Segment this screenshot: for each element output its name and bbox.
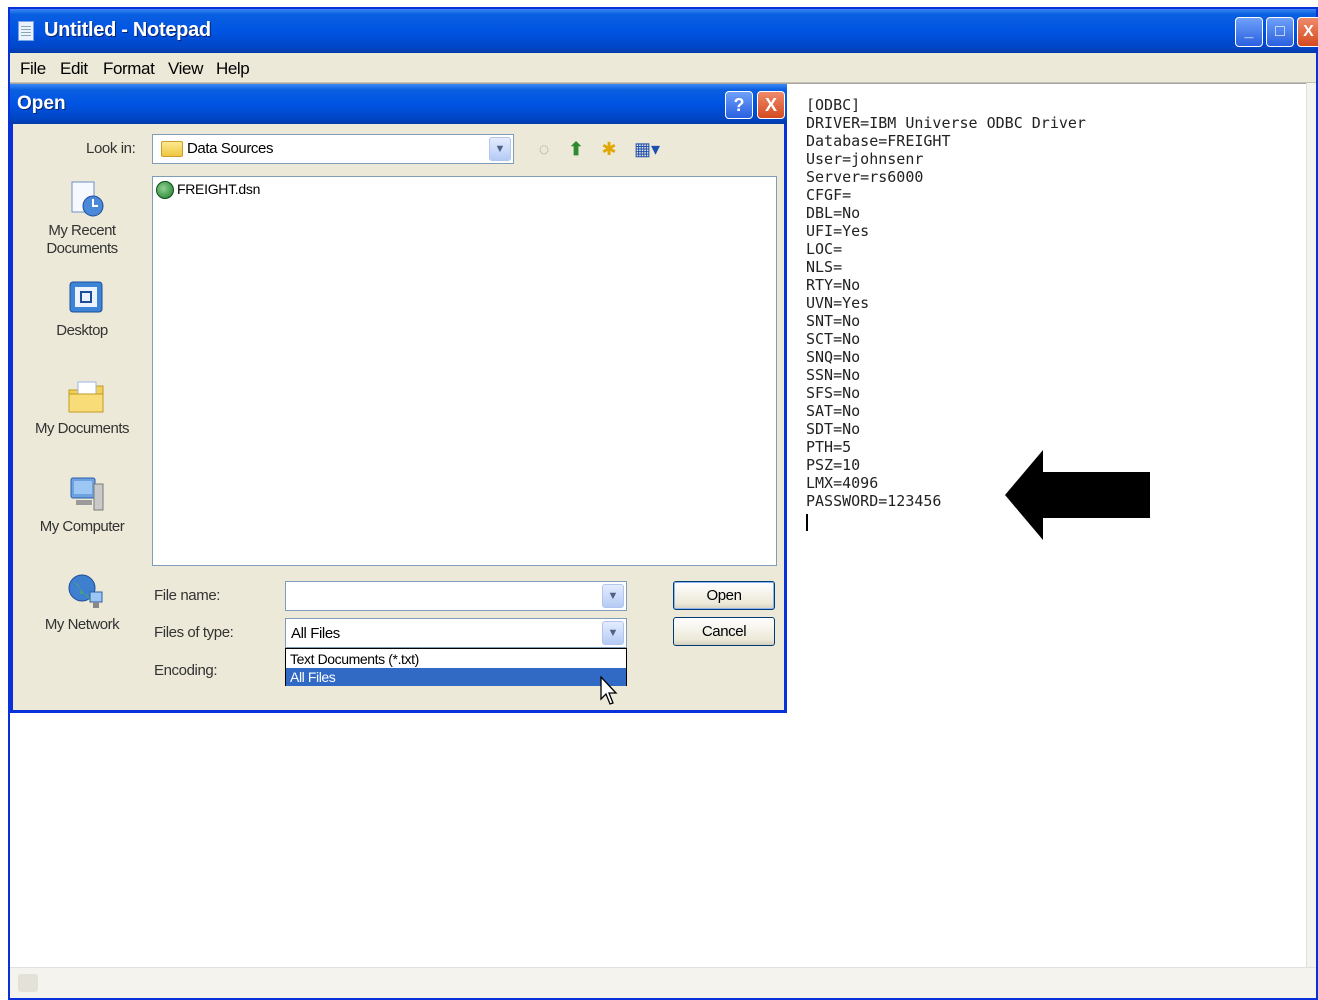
desktop-icon (69, 281, 103, 313)
editor-text: [ODBC] DRIVER=IBM Universe ODBC Driver D… (806, 96, 1086, 510)
text-caret (806, 514, 808, 531)
option-text-documents[interactable]: Text Documents (*.txt) (286, 650, 626, 668)
file-name-input[interactable]: ▼ (285, 581, 627, 611)
recent-documents-icon (71, 181, 104, 217)
close-button[interactable]: X (1297, 17, 1318, 47)
file-item-label: FREIGHT.dsn (177, 181, 261, 197)
minimize-button[interactable]: _ (1235, 17, 1263, 47)
up-folder-icon[interactable]: ⬆ (564, 137, 588, 161)
chevron-down-icon[interactable]: ▼ (489, 137, 511, 161)
menu-view[interactable]: View (168, 59, 203, 79)
my-network-icon (68, 574, 103, 608)
dialog-title: Open (17, 93, 66, 114)
vertical-scrollbar[interactable] (1306, 83, 1316, 971)
cancel-button[interactable]: Cancel (673, 617, 775, 646)
chevron-down-icon[interactable]: ▼ (602, 621, 624, 645)
places-bar: My Recent Documents Desktop My Documents (22, 176, 142, 646)
left-arrow-icon (1005, 450, 1150, 540)
files-of-type-dropdown: Text Documents (*.txt) All Files (285, 648, 627, 686)
mouse-pointer-icon (600, 676, 618, 705)
look-in-label: Look in: (86, 140, 136, 157)
my-computer-icon (70, 477, 104, 511)
encoding-label: Encoding: (154, 662, 218, 679)
files-of-type-select[interactable]: All Files ▼ (285, 618, 627, 648)
folder-icon (161, 141, 183, 157)
my-documents-icon (68, 381, 104, 413)
notepad-title: Untitled - Notepad (44, 19, 211, 41)
notepad-app-icon (18, 21, 34, 41)
maximize-button[interactable]: □ (1266, 17, 1294, 47)
file-name-label: File name: (154, 587, 221, 604)
horizontal-scrollbar[interactable] (10, 967, 1316, 998)
menu-edit[interactable]: Edit (60, 59, 88, 79)
dsn-file-icon (156, 181, 174, 199)
chevron-down-icon[interactable]: ▼ (602, 584, 624, 608)
open-button[interactable]: Open (673, 581, 775, 610)
menu-format[interactable]: Format (103, 59, 155, 79)
menu-file[interactable]: File (20, 59, 46, 79)
look-in-combo[interactable]: Data Sources ▼ (152, 134, 514, 164)
dialog-close-button[interactable]: X (757, 91, 785, 119)
look-in-value: Data Sources (187, 140, 274, 157)
files-of-type-value: All Files (291, 625, 340, 642)
notepad-title-bar[interactable]: Untitled - Notepad _ □ X (10, 9, 1318, 53)
file-list[interactable]: FREIGHT.dsn (152, 176, 777, 566)
menu-help[interactable]: Help (216, 59, 250, 79)
new-folder-icon[interactable]: ✱ (597, 137, 621, 161)
option-all-files[interactable]: All Files (286, 668, 626, 686)
open-dialog-title-bar[interactable]: Open ? X (10, 84, 787, 124)
back-icon[interactable]: ◌ (532, 137, 556, 161)
open-dialog: Open ? X Look in: Data Sources ▼ ◌ ⬆ ✱ ▦… (10, 84, 787, 713)
files-of-type-label: Files of type: (154, 624, 234, 641)
help-button[interactable]: ? (725, 91, 753, 119)
menu-bar: File Edit Format View Help (10, 53, 1316, 83)
views-menu-icon[interactable]: ▦▾ (630, 137, 664, 161)
